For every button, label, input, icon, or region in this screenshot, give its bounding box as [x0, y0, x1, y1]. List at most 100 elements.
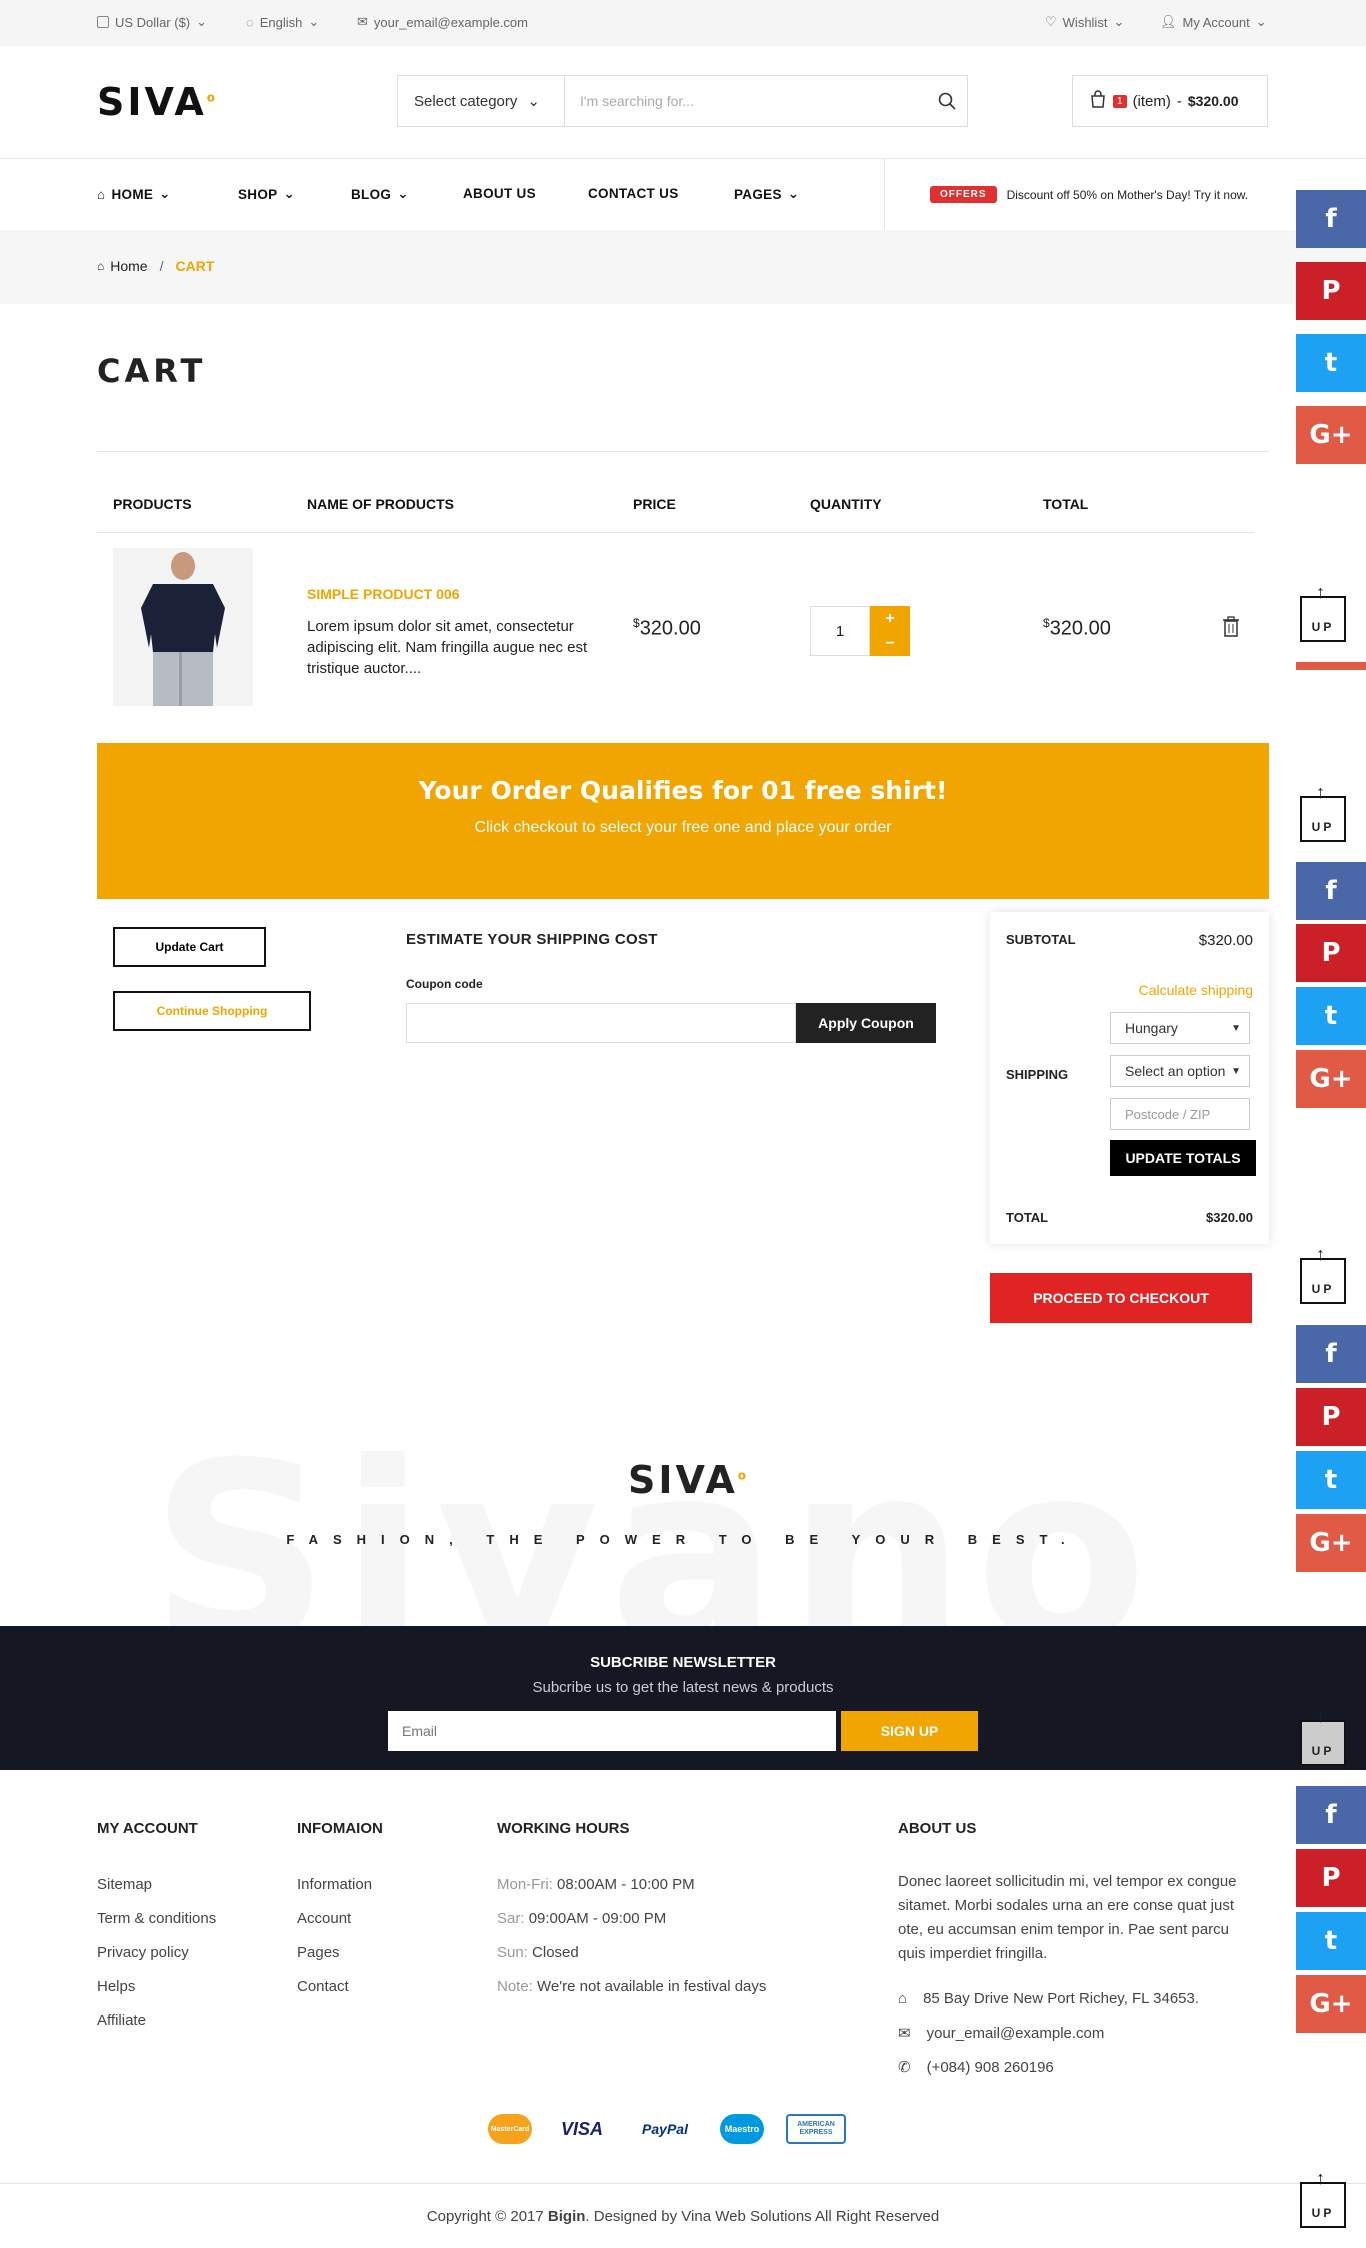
google-plus-icon[interactable]: G+ — [1296, 1975, 1366, 2033]
footer-link[interactable]: Sitemap — [97, 1876, 152, 1893]
hours-row: Note: We're not available in festival da… — [497, 1978, 766, 1995]
nav-item-shop[interactable]: SHOP ⌄ — [238, 186, 295, 202]
nav-item-contact[interactable]: CONTACT US — [588, 186, 679, 201]
twitter-icon[interactable]: t — [1296, 334, 1366, 392]
chevron-down-icon: ⌄ — [527, 93, 540, 110]
calculate-shipping-link[interactable]: Calculate shipping — [1139, 982, 1253, 998]
promo-subtext: Click checkout to select your free one a… — [474, 819, 892, 836]
sign-up-button[interactable]: SIGN UP — [841, 1711, 978, 1751]
email-text: your_email@example.com — [926, 2024, 1105, 2042]
category-select[interactable]: Select category ⌄ — [398, 76, 565, 126]
google-plus-icon[interactable]: G+ — [1296, 1050, 1366, 1108]
scroll-up-button[interactable]: UP — [1300, 2168, 1346, 2228]
copyright-suffix: . Designed by Vina Web Solutions All Rig… — [585, 2208, 940, 2225]
footer-link[interactable]: Contact — [297, 1978, 349, 1995]
hours-time: 08:00AM - 10:00 PM — [557, 1876, 695, 1893]
currency-selector[interactable]: US Dollar ($) ⌄ — [97, 14, 207, 30]
footer-link[interactable]: Account — [297, 1910, 351, 1927]
globe-icon: ◌ — [246, 14, 254, 30]
language-selector[interactable]: ◌ English ⌄ — [246, 14, 319, 30]
account-menu[interactable]: 👤︎ My Account ⌄ — [1160, 14, 1267, 30]
contact-phone[interactable]: ✆ (+084) 908 260196 — [898, 2058, 1054, 2077]
facebook-icon[interactable]: f — [1296, 1325, 1366, 1383]
product-name[interactable]: SIMPLE PRODUCT 006 — [307, 586, 459, 602]
nav-label: ABOUT US — [463, 186, 536, 201]
decrement-button[interactable]: − — [885, 635, 894, 653]
footer-link[interactable]: Privacy policy — [97, 1944, 189, 1961]
twitter-icon[interactable]: t — [1296, 1451, 1366, 1509]
update-cart-button[interactable]: Update Cart — [113, 927, 266, 967]
continue-shopping-button[interactable]: Continue Shopping — [113, 991, 311, 1031]
nav-label: SHOP — [238, 186, 278, 202]
maestro-logo: Maestro — [720, 2114, 764, 2144]
twitter-icon[interactable]: t — [1296, 1912, 1366, 1970]
google-plus-icon[interactable]: G+ — [1296, 406, 1366, 464]
wishlist-link[interactable]: ♡ Wishlist ⌄ — [1045, 14, 1124, 30]
newsletter-subtitle: Subcribe us to get the latest news & pro… — [532, 1679, 834, 1696]
newsletter-email-input[interactable] — [388, 1711, 836, 1751]
mail-icon: ✉ — [357, 14, 368, 29]
col-header-quantity: QUANTITY — [810, 496, 882, 512]
footer-link[interactable]: Affiliate — [97, 2012, 146, 2029]
footer-link[interactable]: Information — [297, 1876, 372, 1893]
footer-logo[interactable]: SIVAo — [628, 1458, 749, 1502]
total-value: $320.00 — [1206, 1210, 1253, 1225]
increment-button[interactable]: + — [885, 610, 894, 628]
country-select[interactable]: Hungary ▼ — [1110, 1012, 1250, 1044]
hours-day: Note: — [497, 1978, 533, 1995]
currency-icon — [97, 16, 109, 28]
coupon-input[interactable] — [406, 1003, 796, 1043]
mastercard-logo: MasterCard — [488, 2114, 532, 2144]
contact-email[interactable]: ✉ your_email@example.com — [898, 2024, 1105, 2043]
footer-link[interactable]: Helps — [97, 1978, 135, 1995]
trash-icon[interactable] — [1222, 616, 1240, 643]
pinterest-icon[interactable]: P — [1296, 1388, 1366, 1446]
product-image[interactable] — [113, 548, 253, 706]
cart-item-label: (item) — [1132, 92, 1171, 110]
facebook-icon[interactable]: f — [1296, 190, 1366, 248]
state-select[interactable]: Select an option ▼ — [1110, 1055, 1250, 1087]
scroll-up-button[interactable]: UP — [1300, 1244, 1346, 1304]
nav-item-home[interactable]: ⌂ HOME ⌄ — [97, 186, 171, 202]
pinterest-icon[interactable]: P — [1296, 1849, 1366, 1907]
chevron-down-icon: ⌄ — [1255, 14, 1267, 29]
update-totals-button[interactable]: UPDATE TOTALS — [1110, 1140, 1256, 1176]
twitter-icon[interactable]: t — [1296, 987, 1366, 1045]
scroll-up-button[interactable]: UP — [1300, 782, 1346, 842]
scroll-up-button[interactable]: UP — [1300, 1706, 1346, 1766]
facebook-icon[interactable]: f — [1296, 1786, 1366, 1844]
quantity-input[interactable]: 1 — [810, 606, 870, 656]
search-icon[interactable] — [927, 92, 967, 110]
address-text: 85 Bay Drive New Port Richey, FL 34653. — [923, 1990, 1200, 2007]
search-input[interactable]: I'm searching for... — [565, 93, 927, 109]
state-select-label: Select an option — [1125, 1063, 1226, 1079]
mini-cart[interactable]: 1 (item) - $320.00 — [1072, 75, 1268, 127]
footer-heading-about: ABOUT US — [898, 1820, 977, 1837]
nav-item-about[interactable]: ABOUT US — [463, 186, 536, 201]
col-header-total: TOTAL — [1043, 496, 1089, 512]
copyright: Copyright © 2017 Bigin. Designed by Vina… — [0, 2208, 1366, 2225]
postcode-input[interactable]: Postcode / ZIP — [1110, 1098, 1250, 1130]
line-total: $320.00 — [1043, 616, 1111, 641]
apply-coupon-button[interactable]: Apply Coupon — [796, 1003, 936, 1043]
google-plus-icon[interactable]: G+ — [1296, 1514, 1366, 1572]
hours-time: We're not available in festival days — [537, 1978, 767, 1995]
footer-link[interactable]: Term & conditions — [97, 1910, 216, 1927]
breadcrumb-current: CART — [175, 258, 215, 274]
nav-item-pages[interactable]: PAGES ⌄ — [734, 186, 799, 202]
user-icon: 👤︎ — [1160, 14, 1177, 29]
scroll-up-button[interactable]: UP — [1300, 582, 1346, 642]
pinterest-icon[interactable]: P — [1296, 924, 1366, 982]
facebook-icon[interactable]: f — [1296, 862, 1366, 920]
topbar-email[interactable]: ✉ your_email@example.com — [357, 14, 528, 30]
pinterest-icon[interactable]: P — [1296, 262, 1366, 320]
nav-item-blog[interactable]: BLOG ⌄ — [351, 186, 409, 202]
caret-down-icon: ▼ — [1231, 1022, 1241, 1034]
breadcrumb-home[interactable]: Home — [110, 258, 147, 274]
footer-link[interactable]: Pages — [297, 1944, 340, 1961]
proceed-to-checkout-button[interactable]: PROCEED TO CHECKOUT — [990, 1273, 1252, 1323]
site-logo[interactable]: SIVAo — [97, 80, 218, 124]
search-bar: Select category ⌄ I'm searching for... — [397, 75, 968, 127]
copyright-brand[interactable]: Bigin — [548, 2208, 586, 2225]
offers-banner[interactable]: OFFERS Discount off 50% on Mother's Day!… — [930, 186, 1248, 203]
